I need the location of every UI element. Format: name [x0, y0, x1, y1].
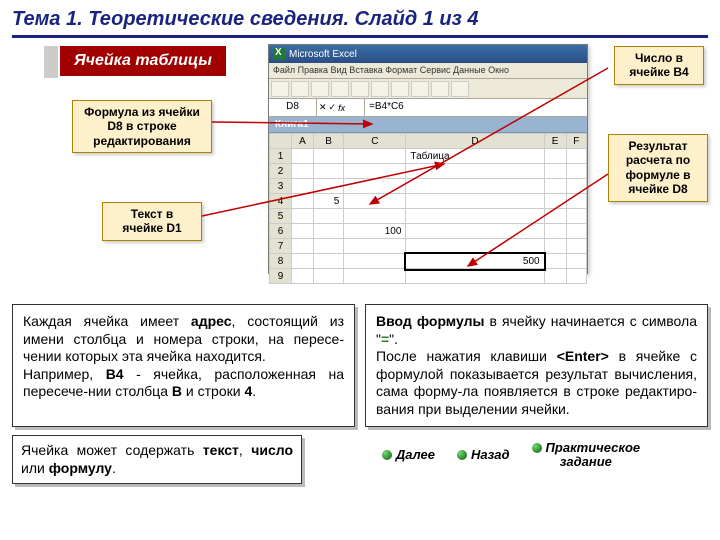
excel-toolbar	[269, 79, 587, 99]
text-right: Ввод формулы в ячейку начинается с симво…	[365, 304, 708, 427]
formula-field: =B4*C6	[365, 99, 587, 116]
cell-d8: 500	[406, 254, 544, 269]
callout-number: Число в ячейке B4	[614, 46, 704, 85]
cell-c6: 100	[344, 224, 406, 239]
toolbar-btn	[311, 81, 329, 97]
nav-links: Далее Назад Практическое задание	[314, 435, 708, 468]
title-rule	[12, 35, 708, 38]
slide-title: Тема 1. Теоретические сведения. Слайд 1 …	[0, 0, 720, 35]
toolbar-btn	[351, 81, 369, 97]
sheet-grid: ABCDEF 1Таблица 2 3 45 5 6100 7 8500 9	[269, 133, 587, 284]
nav-next[interactable]: Далее	[382, 447, 435, 462]
callout-formula: Формула из ячейки D8 в строке редактиров…	[72, 100, 212, 153]
name-box: D8	[269, 99, 317, 116]
formula-bar: D8 ✕✓fx =B4*C6	[269, 99, 587, 117]
nav-task[interactable]: Практическое задание	[532, 441, 641, 468]
text-left: Каждая ячейка имеет адрес, состоящий из …	[12, 304, 355, 427]
excel-icon	[273, 48, 285, 60]
excel-titlebar: Microsoft Excel	[269, 45, 587, 63]
fx-buttons: ✕✓fx	[317, 99, 365, 116]
upper-region: Ячейка таблицы Формула из ячейки D8 в ст…	[12, 44, 708, 304]
toolbar-btn	[271, 81, 289, 97]
cell-label: Ячейка таблицы	[60, 46, 226, 76]
bullet-icon	[457, 450, 467, 460]
workbook-label: Книга1	[269, 117, 587, 133]
decor-box	[44, 46, 58, 78]
excel-menu: Файл Правка Вид Вставка Формат Сервис Да…	[269, 63, 587, 79]
toolbar-btn	[331, 81, 349, 97]
excel-title: Microsoft Excel	[289, 49, 357, 60]
nav-back[interactable]: Назад	[457, 447, 510, 462]
toolbar-btn	[391, 81, 409, 97]
bullet-icon	[382, 450, 392, 460]
toolbar-btn	[451, 81, 469, 97]
callout-text: Текст в ячейке D1	[102, 202, 202, 241]
excel-screenshot: Microsoft Excel Файл Правка Вид Вставка …	[268, 44, 588, 274]
lower-text-row: Каждая ячейка имеет адрес, состоящий из …	[12, 304, 708, 427]
cell-b4: 5	[313, 194, 343, 209]
toolbar-btn	[371, 81, 389, 97]
cell-d1: Таблица	[406, 149, 544, 164]
text-small: Ячейка может содержать текст, число или …	[12, 435, 302, 484]
toolbar-btn	[431, 81, 449, 97]
toolbar-btn	[411, 81, 429, 97]
toolbar-btn	[291, 81, 309, 97]
bullet-icon	[532, 443, 542, 453]
callout-result: Результат расчета по формуле в ячейке D8	[608, 134, 708, 202]
bottom-row: Ячейка может содержать текст, число или …	[12, 435, 708, 484]
